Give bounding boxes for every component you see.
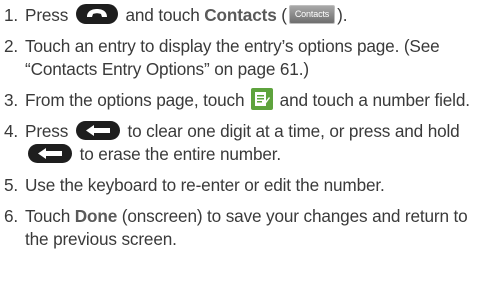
- step-3: 3. From the options page, touch and touc…: [2, 88, 478, 112]
- step-number: 4.: [4, 121, 19, 142]
- step-text: and touch a number field.: [279, 90, 470, 110]
- back-key-icon: [75, 121, 120, 141]
- step-text: to clear one digit at a time, or press a…: [127, 121, 460, 142]
- step-text: Use the keyboard to re-enter or edit the…: [25, 175, 385, 196]
- step-number: 3.: [4, 90, 19, 110]
- steps-list: 1. Press and touch Contacts (Contacts). …: [2, 0, 478, 251]
- step-text: ).: [337, 5, 348, 25]
- step-text: Touch: [25, 206, 71, 227]
- instruction-document: 1. Press and touch Contacts (Contacts). …: [0, 0, 484, 294]
- step-4: 4. Press to clear one digit at a time, o…: [2, 120, 478, 166]
- step-number: 2.: [4, 36, 19, 56]
- step-6: 6. Touch Done (onscreen) to save your ch…: [2, 205, 478, 251]
- contacts-bold-label: Contacts: [204, 5, 277, 25]
- step-number: 6.: [4, 206, 19, 227]
- edit-icon: [251, 88, 274, 111]
- back-key-icon: [28, 144, 72, 164]
- step-2: 2. Touch an entry to display the entry’s…: [2, 35, 478, 81]
- done-bold-label: Done: [74, 206, 118, 227]
- step-1: 1. Press and touch Contacts (Contacts).: [2, 0, 478, 27]
- step-text: Press: [25, 121, 69, 142]
- phone-key-icon: [75, 4, 118, 25]
- step-text: to erase the entire number.: [79, 144, 282, 165]
- step-text: From the options page, touch: [25, 90, 245, 110]
- step-5: 5. Use the keyboard to re-enter or edit …: [2, 174, 478, 197]
- step-number: 5.: [4, 175, 19, 196]
- step-text: (: [281, 5, 287, 25]
- step-text: and touch: [125, 5, 200, 25]
- step-number: 1.: [4, 5, 19, 25]
- step-text: Press: [25, 5, 69, 25]
- step-text: Touch an entry to display the entry’s op…: [25, 36, 440, 79]
- contacts-tab-icon: Contacts: [288, 4, 336, 24]
